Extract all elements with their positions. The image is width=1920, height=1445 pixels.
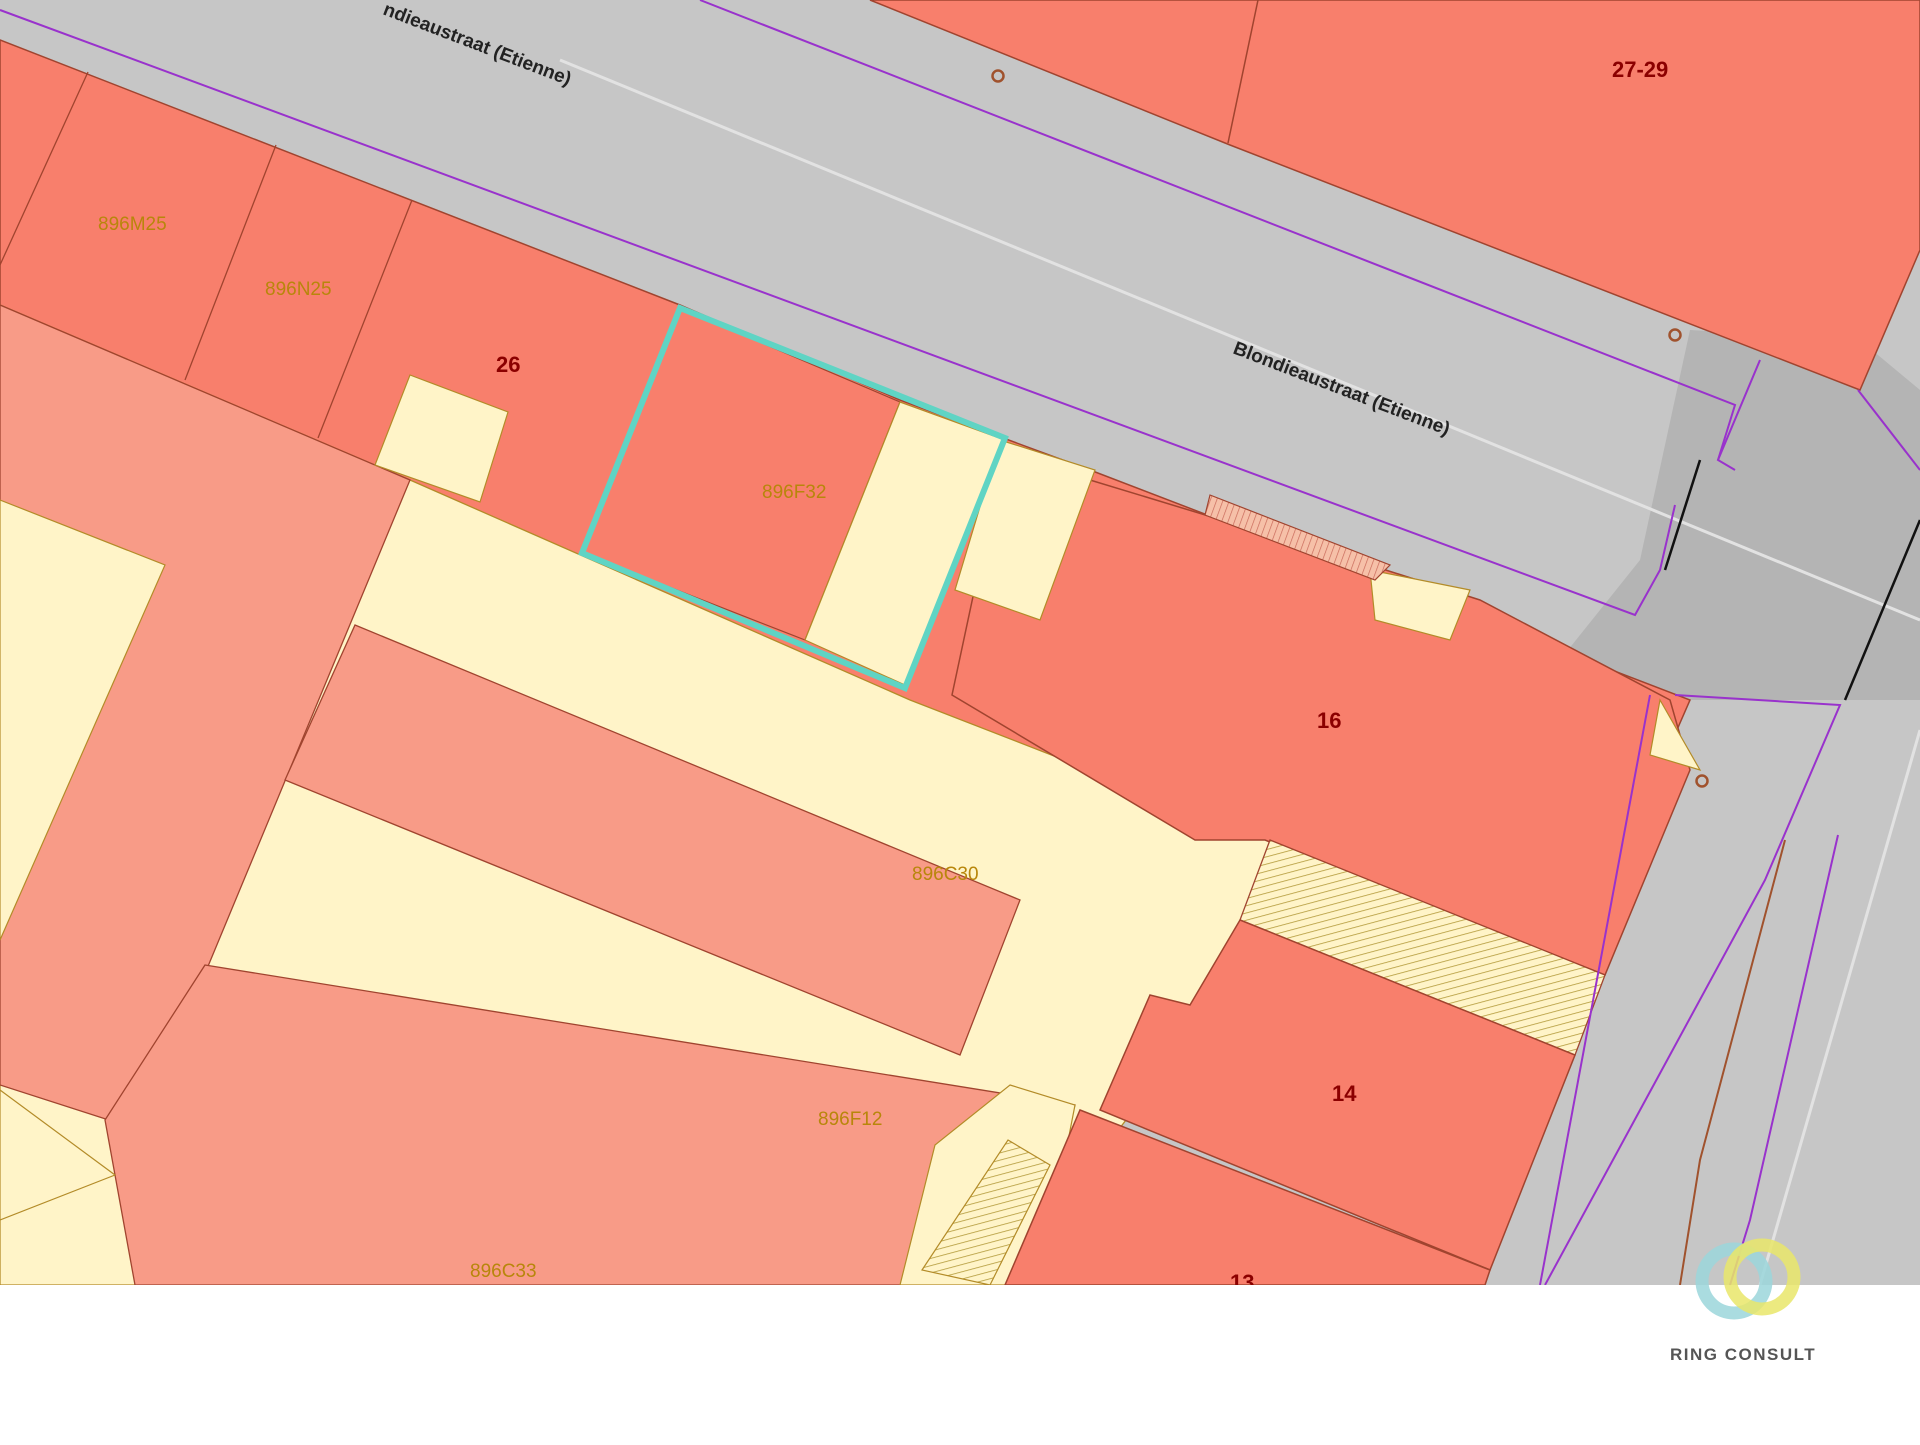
house-number-16: 16 bbox=[1317, 708, 1341, 733]
cadastral-map: ndieaustraat (Etienne) Blondieaustraat (… bbox=[0, 0, 1920, 1285]
house-number-26: 26 bbox=[496, 352, 520, 377]
brand-name: RING CONSULT bbox=[1670, 1345, 1817, 1364]
parcel-label-896f12: 896F12 bbox=[818, 1109, 882, 1130]
parcel-label-896c30: 896C30 bbox=[912, 864, 979, 885]
house-number-27-29: 27-29 bbox=[1612, 57, 1668, 82]
parcel-label-896c33: 896C33 bbox=[470, 1261, 537, 1282]
parcel-label-896n25: 896N25 bbox=[265, 279, 332, 300]
parcel-label-896m25: 896M25 bbox=[98, 214, 167, 235]
ring-consult-logo-icon bbox=[1695, 1238, 1801, 1320]
house-number-13: 13 bbox=[1230, 1270, 1254, 1285]
parcel-label-896f32: 896F32 bbox=[762, 482, 826, 503]
house-number-14: 14 bbox=[1332, 1081, 1357, 1106]
